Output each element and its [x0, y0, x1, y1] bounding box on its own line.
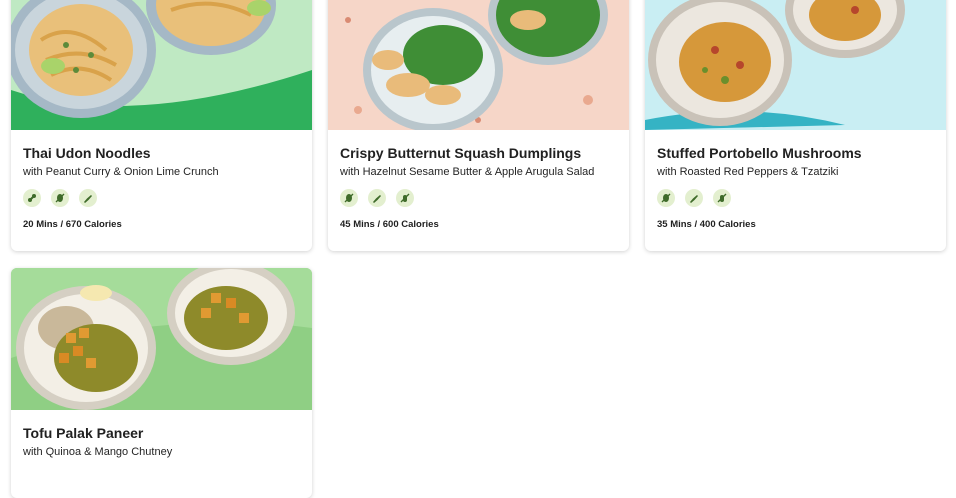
recipe-image-stuffed-portobello[interactable] [645, 0, 946, 130]
recipe-image-tofu-palak-paneer[interactable] [11, 268, 312, 410]
recipe-badges [340, 189, 414, 207]
recipe-card[interactable]: Tofu Palak Paneer with Quinoa & Mango Ch… [11, 268, 312, 498]
recipe-subtitle: with Hazelnut Sesame Butter & Apple Arug… [340, 166, 595, 178]
chili-pepper-icon [79, 189, 97, 207]
no-meat-icon [657, 189, 675, 207]
recipe-image-thai-udon[interactable] [11, 0, 312, 130]
recipe-title[interactable]: Crispy Butternut Squash Dumplings [340, 145, 581, 161]
recipe-title[interactable]: Tofu Palak Paneer [23, 425, 143, 441]
no-wheat-icon [713, 189, 731, 207]
recipe-card[interactable]: Thai Udon Noodles with Peanut Curry & On… [11, 0, 312, 251]
recipe-time-calories: 20 Mins / 670 Calories [23, 219, 122, 230]
no-meat-icon [51, 189, 69, 207]
recipe-image-butternut-dumplings[interactable] [328, 0, 629, 130]
recipe-card[interactable]: Crispy Butternut Squash Dumplings with H… [328, 0, 629, 251]
chili-pepper-icon [368, 189, 386, 207]
recipe-title[interactable]: Thai Udon Noodles [23, 145, 151, 161]
chili-pepper-icon [685, 189, 703, 207]
recipe-time-calories: 45 Mins / 600 Calories [340, 219, 439, 230]
recipe-title[interactable]: Stuffed Portobello Mushrooms [657, 145, 862, 161]
recipe-card[interactable]: Stuffed Portobello Mushrooms with Roaste… [645, 0, 946, 251]
recipe-time-calories: 35 Mins / 400 Calories [657, 219, 756, 230]
no-wheat-icon [396, 189, 414, 207]
recipe-badges [657, 189, 731, 207]
recipe-subtitle: with Roasted Red Peppers & Tzatziki [657, 166, 839, 178]
recipe-subtitle: with Peanut Curry & Onion Lime Crunch [23, 166, 219, 178]
recipe-badges [23, 189, 97, 207]
peanut-allergen-icon [23, 189, 41, 207]
recipe-subtitle: with Quinoa & Mango Chutney [23, 446, 173, 458]
no-meat-icon [340, 189, 358, 207]
